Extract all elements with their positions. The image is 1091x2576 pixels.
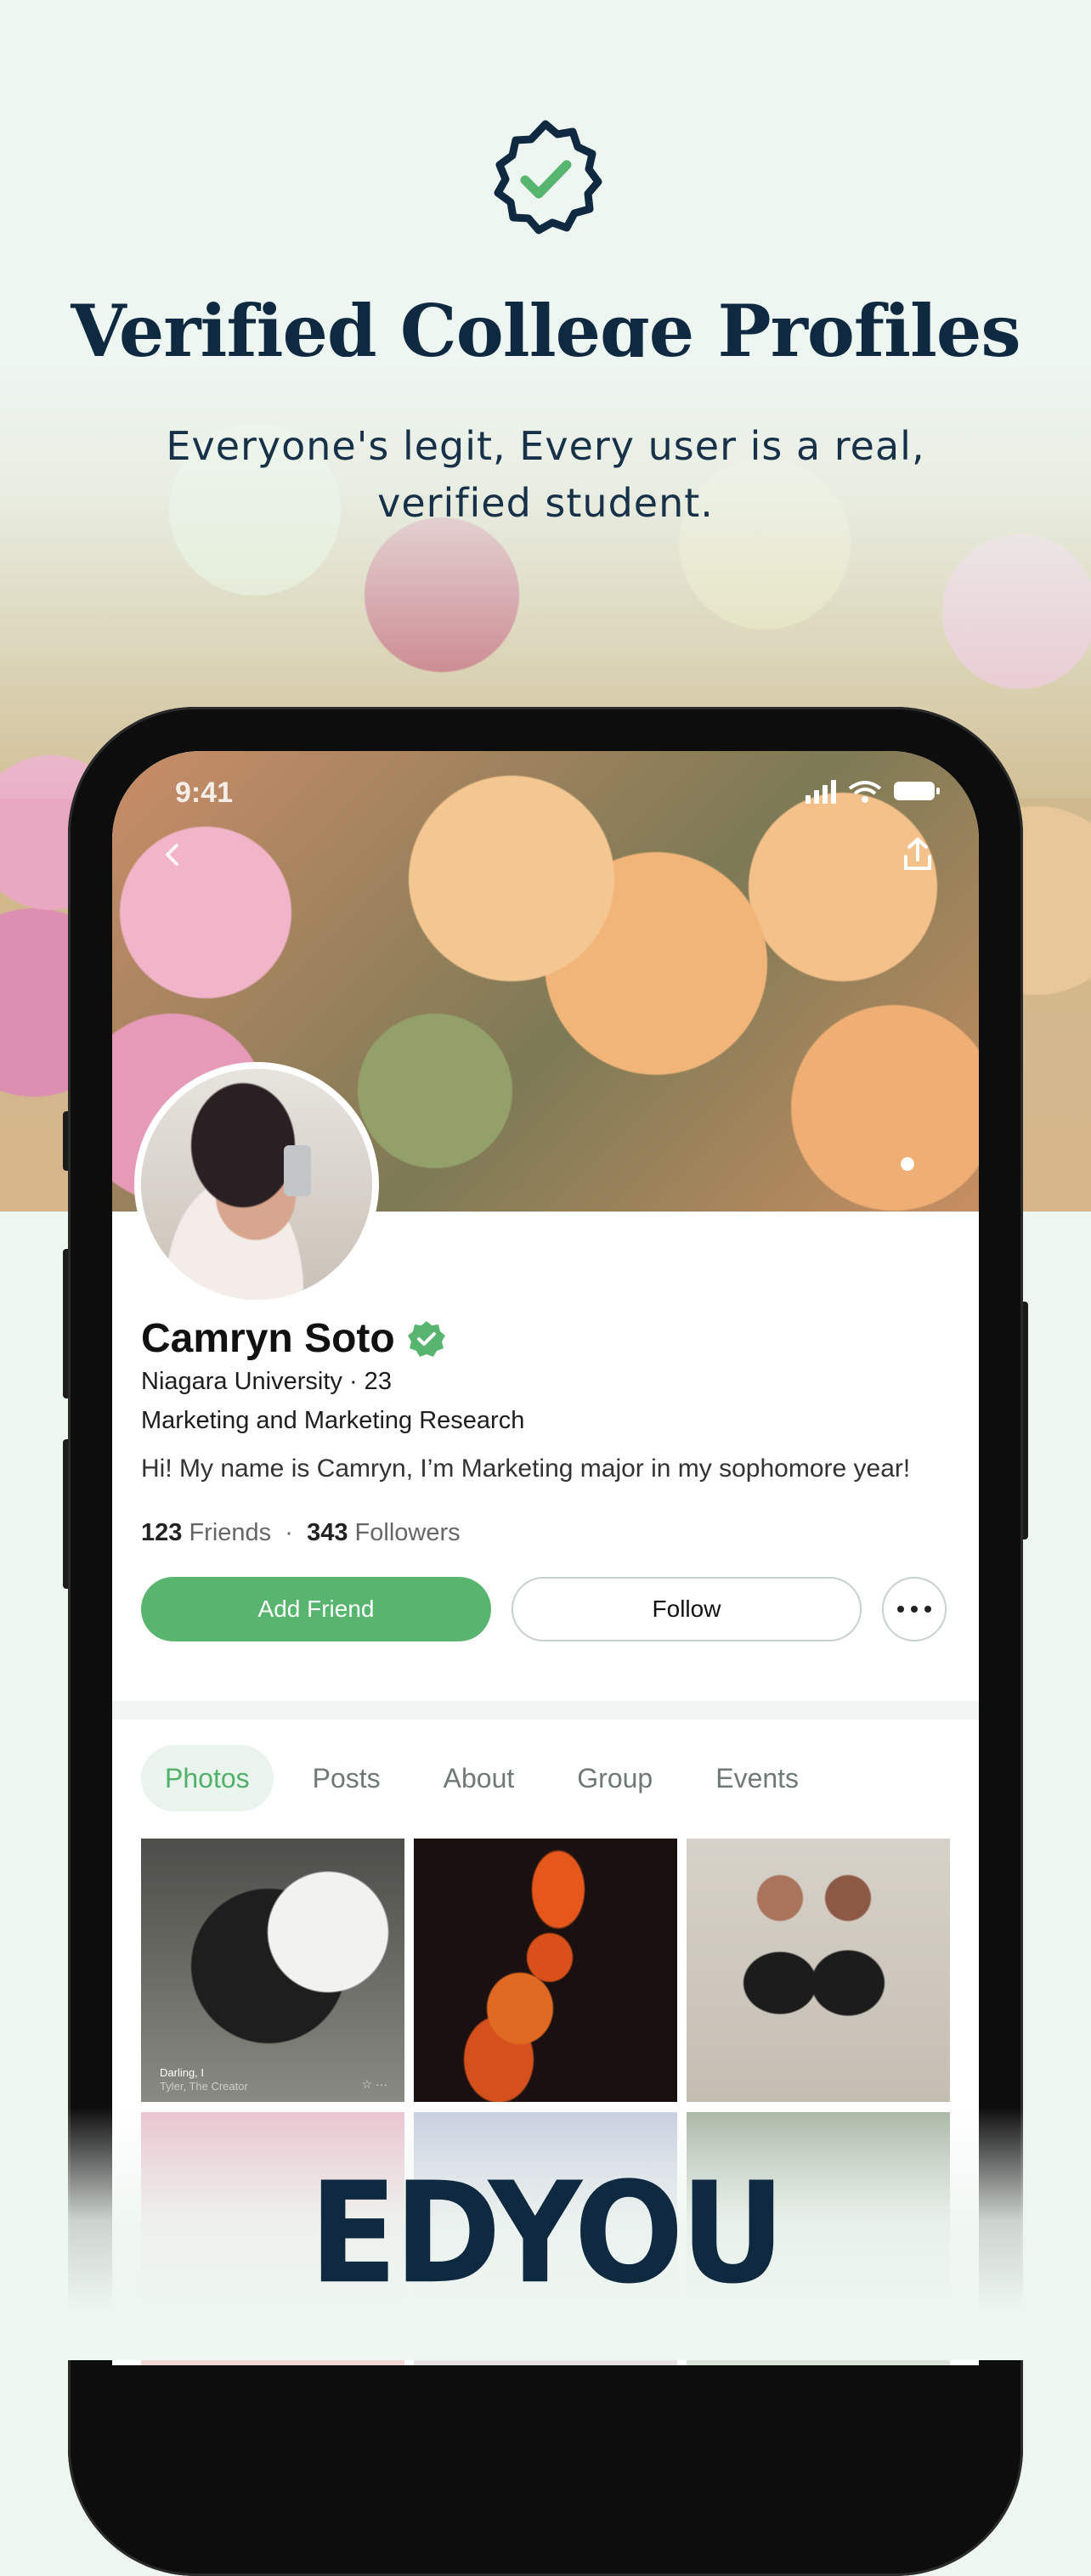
avatar[interactable] xyxy=(134,1062,379,1307)
song-title: Darling, I xyxy=(160,2066,205,2079)
friends-label: Friends xyxy=(189,1519,272,1546)
share-button[interactable] xyxy=(889,826,947,884)
follow-button[interactable]: Follow xyxy=(512,1577,862,1641)
profile-name: Camryn Soto xyxy=(141,1316,395,1361)
verified-badge-icon xyxy=(494,120,602,234)
more-options-icon xyxy=(897,1606,931,1613)
school-and-age: Niagara University · 23 xyxy=(141,1368,392,1395)
more-options-button[interactable] xyxy=(882,1577,947,1641)
carousel-dots xyxy=(901,1157,914,1171)
photo-caption: Darling, I Tyler, The Creator xyxy=(160,2066,248,2093)
tab-photos[interactable]: Photos xyxy=(141,1745,274,1811)
status-time: 9:41 xyxy=(175,777,234,809)
tab-events[interactable]: Events xyxy=(692,1745,822,1811)
tab-group[interactable]: Group xyxy=(553,1745,676,1811)
share-icon xyxy=(904,838,931,870)
add-friend-button[interactable]: Add Friend xyxy=(141,1577,491,1641)
subheadline: Everyone's legit, Every user is a real, … xyxy=(166,423,925,526)
major: Marketing and Marketing Research xyxy=(141,1407,525,1434)
followers-label: Followers xyxy=(354,1519,461,1546)
profile-stats: 123 Friends · 343 Followers xyxy=(141,1519,461,1547)
edyou-logo: EDYOU xyxy=(308,2151,785,2315)
followers-stat[interactable]: 343 Followers xyxy=(307,1519,461,1546)
song-artist: Tyler, The Creator xyxy=(160,2080,248,2093)
followers-count: 343 xyxy=(307,1519,348,1546)
music-card-icons: ☆ ··· xyxy=(361,2077,387,2091)
stats-separator: · xyxy=(285,1519,293,1546)
status-icons xyxy=(806,780,940,804)
tab-posts[interactable]: Posts xyxy=(289,1745,404,1811)
verified-check-icon xyxy=(407,1320,445,1357)
carousel-dot xyxy=(901,1157,914,1171)
photo-thumbnail[interactable] xyxy=(687,1839,950,2102)
friends-count: 123 xyxy=(141,1519,183,1546)
friends-stat[interactable]: 123 Friends xyxy=(141,1519,271,1546)
section-divider xyxy=(112,1701,979,1720)
bio: Hi! My name is Camryn, I’m Marketing maj… xyxy=(141,1455,911,1483)
chevron-left-icon xyxy=(165,844,178,866)
profile-tabs: Photos Posts About Group Events xyxy=(141,1745,822,1811)
photo-thumbnail[interactable]: Darling, I Tyler, The Creator ☆ ··· xyxy=(141,1839,404,2102)
photo-thumbnail[interactable] xyxy=(414,1839,677,2102)
tab-about[interactable]: About xyxy=(420,1745,539,1811)
back-button[interactable] xyxy=(144,826,202,884)
